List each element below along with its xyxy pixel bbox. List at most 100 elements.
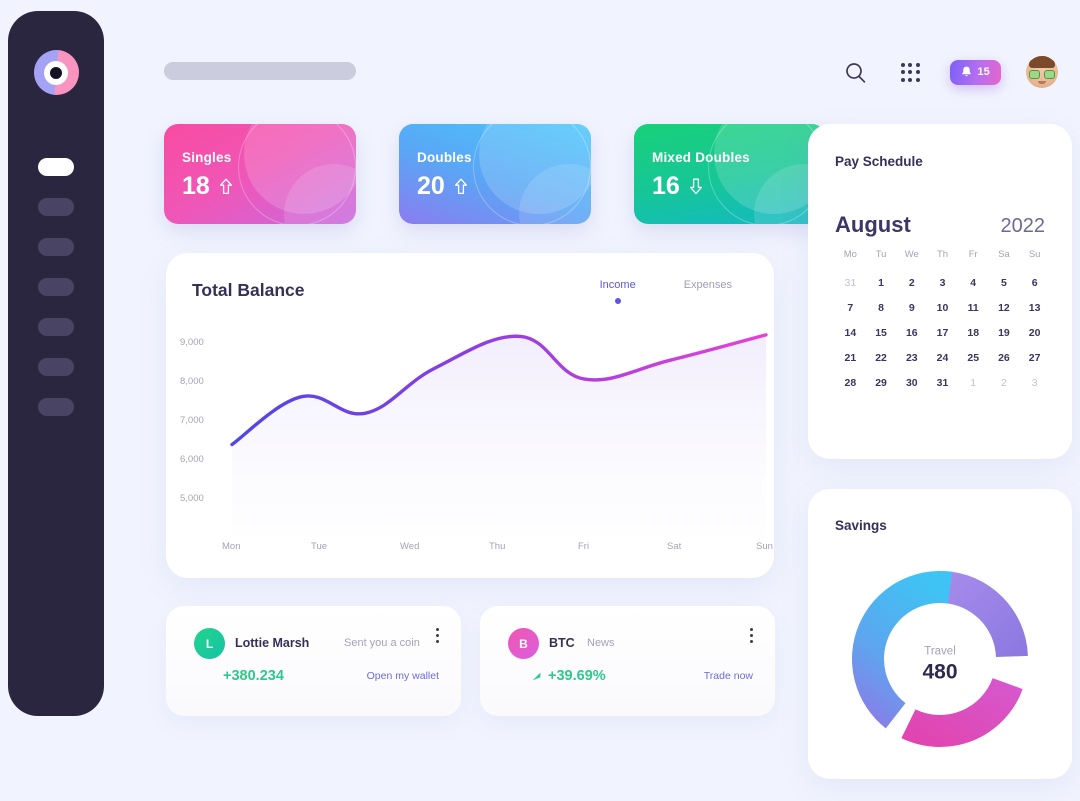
calendar-day[interactable]: 26 xyxy=(989,352,1020,364)
tab-income[interactable]: Income xyxy=(600,279,636,291)
calendar-day-header: Mo xyxy=(843,249,857,260)
stat-value: 20 xyxy=(417,172,445,200)
top-bar: 15 xyxy=(164,56,1058,90)
donut-pink-segment[interactable] xyxy=(901,678,1023,747)
sidebar-item-transactions[interactable] xyxy=(38,278,74,296)
calendar-day[interactable]: 13 xyxy=(1019,302,1050,314)
donut-purple-segment[interactable] xyxy=(941,571,1028,658)
calendar-day[interactable]: 15 xyxy=(866,327,897,339)
stat-cards: Singles 18 Doubles 20 Mixed Doubles 16 xyxy=(164,124,826,224)
calendar-day[interactable]: 14 xyxy=(835,327,866,339)
calendar-day[interactable]: 20 xyxy=(1019,327,1050,339)
sidebar-item-analytics[interactable] xyxy=(38,198,74,216)
trade-now-link[interactable]: Trade now xyxy=(704,670,753,682)
stat-value: 18 xyxy=(182,172,210,200)
chart-x-tick: Mon xyxy=(222,541,241,552)
calendar-day[interactable]: 19 xyxy=(989,327,1020,339)
more-vertical-icon[interactable] xyxy=(750,628,753,643)
calendar-day[interactable]: 7 xyxy=(835,302,866,314)
user-avatar[interactable] xyxy=(1026,56,1058,88)
calendar-day[interactable]: 18 xyxy=(958,327,989,339)
calendar-day[interactable]: 5 xyxy=(989,277,1020,289)
calendar-day[interactable]: 31 xyxy=(927,377,958,389)
header-actions: 15 xyxy=(840,56,1058,88)
logo-center-dot xyxy=(50,66,62,79)
calendar-day[interactable]: 23 xyxy=(896,352,927,364)
sidebar-item-cards[interactable] xyxy=(38,318,74,336)
stat-value: 16 xyxy=(652,172,680,200)
chart-y-tick: 9,000 xyxy=(180,336,204,348)
calendar-day[interactable]: 25 xyxy=(958,352,989,364)
chart-x-tick: Fri xyxy=(578,541,590,552)
calendar-day[interactable]: 22 xyxy=(866,352,897,364)
calendar-day[interactable]: 1 xyxy=(958,377,989,389)
calendar-day[interactable]: 4 xyxy=(958,277,989,289)
calendar-day[interactable]: 12 xyxy=(989,302,1020,314)
calendar-day[interactable]: 16 xyxy=(896,327,927,339)
pay-schedule-card: Pay Schedule August 2022 Mo Tu We Th Fr Sa Su 3… xyxy=(808,124,1072,459)
calendar-day[interactable]: 24 xyxy=(927,352,958,364)
calendar-day[interactable]: 2 xyxy=(989,377,1020,389)
calendar-day[interactable]: 11 xyxy=(958,302,989,314)
chart-x-tick: Sun xyxy=(756,541,773,552)
calendar-day[interactable]: 30 xyxy=(896,377,927,389)
stat-card-mixed-doubles[interactable]: Mixed Doubles 16 xyxy=(634,124,826,224)
sidebar xyxy=(8,11,104,716)
arrow-down-icon xyxy=(689,178,703,195)
calendar-day-header: Th xyxy=(936,249,949,260)
stat-card-doubles[interactable]: Doubles 20 xyxy=(399,124,591,224)
transaction-amount: +380.234 xyxy=(223,668,284,684)
app-logo[interactable] xyxy=(33,50,79,95)
grid-apps-icon[interactable] xyxy=(895,57,925,87)
calendar-day[interactable]: 28 xyxy=(835,377,866,389)
chart-y-tick: 6,000 xyxy=(180,454,204,466)
transaction-name: BTC xyxy=(549,636,575,650)
calendar-day[interactable]: 1 xyxy=(866,277,897,289)
savings-value: 480 xyxy=(922,660,958,684)
calendar-year[interactable]: 2022 xyxy=(1001,215,1046,238)
sidebar-item-wallet[interactable] xyxy=(38,238,74,256)
bell-icon xyxy=(962,66,972,77)
search-input[interactable] xyxy=(164,62,356,80)
sidebar-item-dashboard[interactable] xyxy=(38,158,74,176)
more-vertical-icon[interactable] xyxy=(436,628,439,643)
avatar-hair xyxy=(1029,56,1055,68)
page-title: Total Balance xyxy=(192,280,305,300)
calendar-day[interactable]: 6 xyxy=(1019,277,1050,289)
calendar-day[interactable]: 8 xyxy=(866,302,897,314)
sidebar-item-settings[interactable] xyxy=(38,398,74,416)
calendar-day-header: Su xyxy=(1028,249,1041,260)
calendar-day[interactable]: 17 xyxy=(927,327,958,339)
calendar-day[interactable]: 29 xyxy=(866,377,897,389)
search-icon[interactable] xyxy=(840,57,870,87)
stat-value-row: 18 xyxy=(182,172,356,201)
stat-card-singles[interactable]: Singles 18 xyxy=(164,124,356,224)
chart-x-tick: Sat xyxy=(667,541,682,552)
avatar: B xyxy=(508,628,539,659)
stat-value-row: 16 xyxy=(652,172,826,201)
sidebar-item-reports[interactable] xyxy=(38,358,74,376)
calendar-header: August 2022 xyxy=(835,212,1045,238)
calendar-day[interactable]: 21 xyxy=(835,352,866,364)
dashboard-root: 15 Singles 18 Doubles 20 Mixed Doubles 1… xyxy=(0,0,1080,801)
tab-expenses[interactable]: Expenses xyxy=(684,279,732,291)
calendar-month[interactable]: August xyxy=(835,212,911,238)
stat-label: Singles xyxy=(182,150,232,165)
calendar-day[interactable]: 3 xyxy=(927,277,958,289)
calendar-day[interactable]: 2 xyxy=(896,277,927,289)
open-wallet-link[interactable]: Open my wallet xyxy=(367,670,439,682)
avatar: L xyxy=(194,628,225,659)
transaction-card-lottie[interactable]: L Lottie Marsh Sent you a coin +380.234 … xyxy=(166,606,461,716)
chart-x-tick: Wed xyxy=(400,541,420,552)
calendar-day[interactable]: 10 xyxy=(927,302,958,314)
transaction-card-btc[interactable]: B BTC News +39.69% Trade now xyxy=(480,606,775,716)
notification-badge[interactable]: 15 xyxy=(950,59,1001,85)
balance-chart: 5,000 6,000 7,000 8,000 9,000 Mon Tue Wed Thu Fr… xyxy=(166,313,774,563)
calendar-grid: Mo Tu We Th Fr Sa Su 31 1 2 3 4 5 6 7 8 9 10 11 12 13 14 15 16 1… xyxy=(835,249,1050,389)
transaction-amount: +39.69% xyxy=(532,668,606,684)
stat-label: Doubles xyxy=(417,150,472,165)
calendar-day[interactable]: 31 xyxy=(835,277,866,289)
calendar-day[interactable]: 9 xyxy=(896,302,927,314)
calendar-day[interactable]: 3 xyxy=(1019,377,1050,389)
calendar-day[interactable]: 27 xyxy=(1019,352,1050,364)
